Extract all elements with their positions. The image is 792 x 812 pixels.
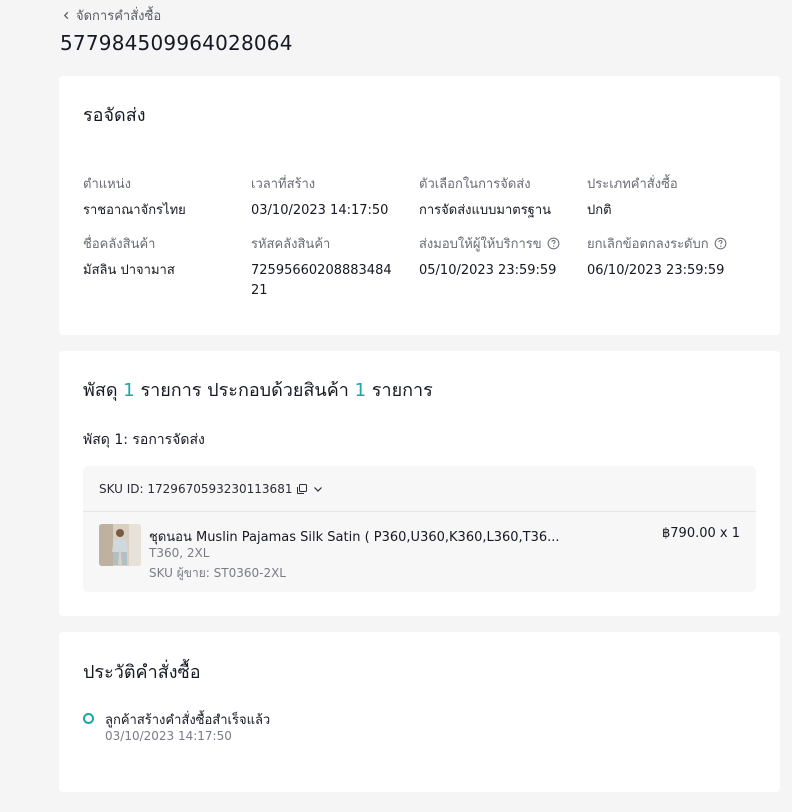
package-count: 1	[123, 380, 135, 401]
order-history-title: ประวัติคำสั่งซื้อ	[83, 662, 201, 683]
info-shipping-option: ตัวเลือกในการจัดส่ง การจัดส่งแบบมาตรฐาน	[419, 173, 579, 221]
info-warehouse-id: รหัสคลังสินค้า 7259566020888348421	[251, 233, 397, 301]
info-value: ปกติ	[587, 203, 612, 218]
info-handover-deadline: ส่งมอบให้ผู้ให้บริการข 05/10/2023 23:59:…	[419, 233, 579, 281]
info-value: 05/10/2023 23:59:59	[419, 263, 557, 278]
info-sla-cancel-deadline: ยกเลิกข้อตกลงระดับก 06/10/2023 23:59:59	[587, 233, 747, 281]
info-label: ส่งมอบให้ผู้ให้บริการข	[419, 233, 579, 254]
info-label: ประเภทคำสั่งซื้อ	[587, 177, 678, 192]
product-thumbnail[interactable]	[99, 524, 141, 566]
info-value: 03/10/2023 14:17:50	[251, 203, 389, 218]
info-label: ตัวเลือกในการจัดส่ง	[419, 177, 531, 192]
help-icon[interactable]	[714, 237, 727, 250]
info-location: ตำแหน่ง ราชอาณาจักรไทย	[83, 173, 243, 221]
package-heading: พัสดุ 1 รายการ ประกอบด้วยสินค้า 1 รายการ	[83, 375, 433, 404]
info-label: ตำแหน่ง	[83, 177, 131, 192]
info-label: ชื่อคลังสินค้า	[83, 237, 156, 252]
package-card: พัสดุ 1 รายการ ประกอบด้วยสินค้า 1 รายการ…	[59, 351, 780, 616]
history-event-text: ลูกค้าสร้างคำสั่งซื้อสำเร็จแล้ว	[105, 713, 271, 728]
back-to-order-management-link[interactable]: จัดการคำสั่งซื้อ	[62, 5, 161, 26]
sku-id-label: SKU ID: 1729670593230113681	[99, 481, 293, 496]
info-label-text: ยกเลิกข้อตกลงระดับก	[587, 237, 709, 252]
package-heading-middle: รายการ ประกอบด้วยสินค้า	[140, 380, 349, 401]
timeline-dot-icon	[83, 713, 94, 724]
info-value: 06/10/2023 23:59:59	[587, 263, 725, 278]
info-label: รหัสคลังสินค้า	[251, 237, 331, 252]
info-label: ยกเลิกข้อตกลงระดับก	[587, 233, 747, 254]
product-price-quantity: ฿790.00 x 1	[662, 526, 740, 541]
product-row: ชุดนอน Muslin Pajamas Silk Satin ( P360,…	[99, 524, 740, 584]
chevron-left-icon	[63, 11, 69, 20]
info-label: เวลาที่สร้าง	[251, 177, 316, 192]
product-name[interactable]: ชุดนอน Muslin Pajamas Silk Satin ( P360,…	[149, 526, 569, 547]
info-warehouse-name: ชื่อคลังสินค้า มัสลิน ปาจามาส	[83, 233, 243, 281]
chevron-down-icon[interactable]	[312, 483, 324, 495]
info-order-type: ประเภทคำสั่งซื้อ ปกติ	[587, 173, 747, 221]
info-value: ราชอาณาจักรไทย	[83, 203, 186, 218]
item-count: 1	[354, 380, 367, 401]
package-heading-suffix: รายการ	[371, 380, 433, 401]
help-icon[interactable]	[547, 237, 560, 250]
product-variant: T360, 2XL	[149, 546, 210, 560]
order-status-card: รอจัดส่ง ตำแหน่ง ราชอาณาจักรไทย เวลาที่ส…	[59, 76, 780, 335]
order-status-title: รอจัดส่ง	[83, 105, 146, 126]
package-heading-prefix: พัสดุ	[83, 380, 118, 401]
sku-box: SKU ID: 1729670593230113681 ชุดนอน Musli…	[83, 466, 756, 592]
product-seller-sku: SKU ผู้ขาย: ST0360-2XL	[149, 566, 286, 580]
info-created-time: เวลาที่สร้าง 03/10/2023 14:17:50	[251, 173, 411, 221]
sku-header: SKU ID: 1729670593230113681	[83, 466, 756, 512]
history-event-time: 03/10/2023 14:17:50	[105, 729, 232, 743]
package-subheading: พัสดุ 1: รอการจัดส่ง	[83, 432, 205, 448]
back-link-label: จัดการคำสั่งซื้อ	[76, 9, 162, 24]
info-value: 7259566020888348421	[251, 263, 392, 298]
info-value: การจัดส่งแบบมาตรฐาน	[419, 203, 552, 218]
info-label-text: ส่งมอบให้ผู้ให้บริการข	[419, 237, 542, 252]
info-value: มัสลิน ปาจามาส	[83, 263, 175, 278]
order-id-title: 577984509964028064	[60, 31, 293, 55]
copy-icon[interactable]	[296, 483, 308, 495]
order-history-card: ประวัติคำสั่งซื้อ ลูกค้าสร้างคำสั่งซื้อส…	[59, 632, 780, 792]
